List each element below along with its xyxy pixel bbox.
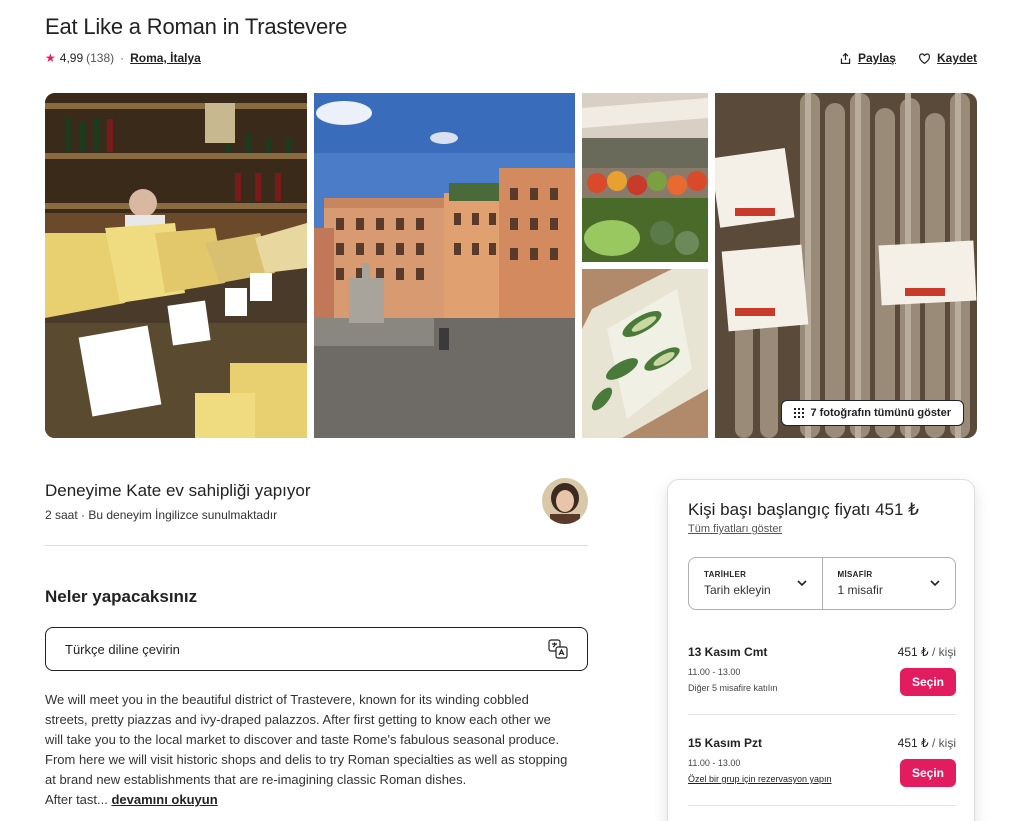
dates-value: Tarih ekleyin [704,583,771,597]
rating-value: 4,99 [59,51,84,65]
share-icon [840,52,851,64]
chevron-down-icon [930,580,940,587]
guests-value: 1 misafir [837,583,883,597]
description-line: From here we will visit historic shops a… [45,752,568,767]
dates-label: TARİHLER [704,570,747,579]
slot-price: 451 ₺ / kişi [898,645,956,659]
cheese-shop-photo[interactable] [45,93,307,438]
market-stall-photo[interactable] [582,93,708,262]
slot-divider [688,714,956,715]
salami-photo[interactable] [715,93,977,438]
slot-price: 451 ₺ / kişi [898,736,956,750]
slot-price-unit: / kişi [928,736,956,750]
translate-button[interactable]: Türkçe diline çevirin [45,627,588,671]
photo-gallery: 7 fotoğrafın tümünü göster [45,93,977,438]
read-more-link[interactable]: devamını okuyun [111,792,217,807]
share-button[interactable]: Paylaş [839,51,896,65]
host-subtitle: 2 saat · Bu deneyim İngilizce sunulmakta… [45,508,278,522]
description-line: We will meet you in the beautiful distri… [45,692,529,707]
pizza-photo[interactable] [582,269,708,438]
share-label: Paylaş [857,51,896,65]
show-all-prices-link[interactable]: Tüm fiyatları göster [688,523,782,535]
piazza-photo[interactable] [314,93,575,438]
translate-label: Türkçe diline çevirin [65,641,180,657]
host-avatar[interactable] [542,478,588,524]
show-all-label: 7 fotoğrafın tümünü göster [810,407,951,419]
grid-icon [794,408,805,418]
separator-dot: · [120,51,125,65]
review-count[interactable]: (138) [86,51,114,65]
host-title: Deneyime Kate ev sahipliği yapıyor [45,481,311,500]
star-icon: ★ [45,51,56,65]
availability-slot: 13 Kasım Cmt 11.00 - 13.00 Diğer 5 misaf… [688,645,956,696]
price-title: Kişi başı başlangıç fiyatı 451 ₺ [688,500,919,519]
location-link[interactable]: Roma, İtalya [130,51,201,65]
booking-picker: TARİHLER Tarih ekleyin MİSAFİR 1 misafir [688,557,956,610]
dates-picker[interactable]: TARİHLER Tarih ekleyin [689,558,822,609]
description-line: streets, pretty piazzas and ivy-draped p… [45,712,551,727]
header-actions: Paylaş Kaydet [839,51,977,65]
what-you-do-title: Neler yapacaksınız [45,587,198,606]
description-line: will take you to the local market to dis… [45,732,560,747]
guests-picker[interactable]: MİSAFİR 1 misafir [821,558,956,609]
translate-icon [548,639,568,659]
show-all-photos-button[interactable]: 7 fotoğrafın tümünü göster [781,400,964,426]
section-divider [45,545,588,546]
select-slot-button[interactable]: Seçin [900,668,956,696]
slot-price-value: 451 ₺ [897,645,929,659]
save-label: Kaydet [936,51,977,65]
description-truncated: After tast... [45,792,112,807]
availability-slot: 15 Kasım Pzt 11.00 - 13.00 Özel bir grup… [688,736,956,787]
page-title: Eat Like a Roman in Trastevere [45,14,348,39]
heart-icon [919,52,930,64]
slot-price-unit: / kişi [928,645,956,659]
select-slot-button[interactable]: Seçin [900,759,956,787]
chevron-down-icon [796,580,807,587]
description-line: at brand new establishments that are re-… [45,772,467,787]
description-last-line: After tast... devamını okuyun [45,790,593,810]
save-button[interactable]: Kaydet [918,51,977,65]
experience-description: We will meet you in the beautiful distri… [45,690,593,810]
booking-card: Kişi başı başlangıç fiyatı 451 ₺ Tüm fiy… [667,479,975,821]
listing-meta: ★ 4,99 (138) · Roma, İtalya [45,51,201,65]
guests-label: MİSAFİR [837,570,873,579]
slot-price-value: 451 ₺ [897,736,929,750]
slot-divider [688,805,956,806]
